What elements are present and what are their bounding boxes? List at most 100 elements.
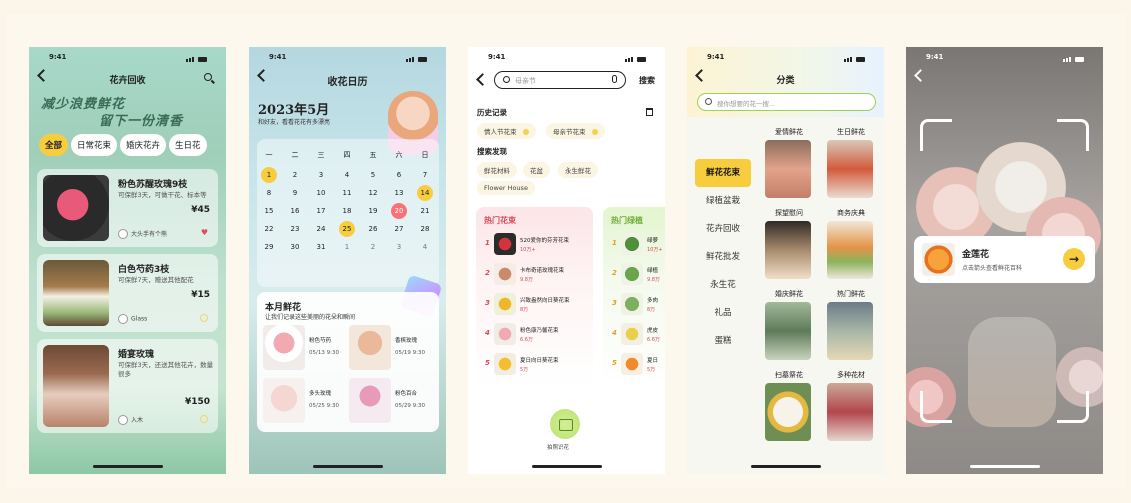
sidebar-item-gifts[interactable]: 礼品 — [687, 299, 759, 327]
calendar-day[interactable]: 15 — [261, 203, 277, 219]
calendar-day[interactable]: 27 — [391, 221, 407, 237]
scan-frame-corner — [920, 119, 952, 151]
calendar-day[interactable]: 25 — [339, 221, 355, 237]
sidebar-item-flower-recycle[interactable]: 花卉回收 — [687, 215, 759, 243]
recognition-result-card[interactable]: 金莲花 点击箭头查看鲜花百科 → — [914, 236, 1095, 283]
rank-item[interactable]: 1 520爱你的芬芳花束 10万+ — [476, 231, 593, 259]
weekday-label: 三 — [317, 151, 325, 159]
rank-heat: 5万 — [647, 367, 656, 373]
remove-icon[interactable] — [522, 129, 529, 135]
subcategory-item[interactable]: 探望慰问 — [763, 208, 815, 282]
calendar-day[interactable]: 30 — [287, 239, 303, 255]
back-icon[interactable] — [914, 69, 927, 82]
calendar-day[interactable]: 13 — [391, 185, 407, 201]
subcategory-item[interactable]: 婚庆鲜花 — [763, 289, 815, 363]
rank-item[interactable]: 2 卡布奇诺玫瑰花束 9.8万 — [476, 261, 593, 289]
rank-item[interactable]: 3 多肉 8万 — [603, 291, 665, 319]
calendar-day[interactable]: 21 — [417, 203, 433, 219]
sidebar-item-wholesale[interactable]: 鲜花批发 — [687, 243, 759, 271]
sidebar-item-potted-plants[interactable]: 绿植盆栽 — [687, 187, 759, 215]
calendar-day[interactable]: 12 — [365, 185, 381, 201]
subcategory-item[interactable]: 多种花材 — [825, 370, 877, 444]
calendar-day[interactable]: 8 — [261, 185, 277, 201]
calendar-day[interactable]: 24 — [313, 221, 329, 237]
discover-tag[interactable]: 永生鲜花 — [558, 162, 598, 178]
tab-wedding-flowers[interactable]: 婚庆花卉 — [120, 134, 167, 156]
rank-item[interactable]: 4 粉色康乃馨花束 6.6万 — [476, 321, 593, 349]
calendar-day[interactable]: 31 — [313, 239, 329, 255]
subcategory-item[interactable]: 热门鲜花 — [825, 289, 877, 363]
calendar-day[interactable]: 7 — [417, 167, 433, 183]
rank-item[interactable]: 3 兴致盎然向日葵花束 8万 — [476, 291, 593, 319]
calendar-day[interactable]: 1 — [339, 239, 355, 255]
calendar-day[interactable]: 20 — [391, 203, 407, 219]
sidebar-item-preserved-flowers[interactable]: 永生花 — [687, 271, 759, 299]
rank-item[interactable]: 5 夏日 5万 — [603, 351, 665, 379]
subcategory-item[interactable]: 生日鲜花 — [825, 127, 877, 201]
listing-card[interactable]: 婚宴玫瑰 可保鲜3天，还送其他花卉，数量很多 ¥150 入木 — [37, 339, 218, 433]
heart-icon[interactable]: ♥ — [201, 228, 208, 237]
search-input[interactable]: 母亲节 — [494, 71, 626, 89]
remove-icon[interactable] — [591, 129, 598, 135]
discover-tag[interactable]: Flower House — [477, 181, 535, 195]
history-tag[interactable]: 母亲节花束 — [546, 123, 605, 139]
flower-record[interactable]: 香槟玫瑰 05/19 9:30 — [349, 325, 433, 370]
subcategory-item[interactable]: 商务庆典 — [825, 208, 877, 282]
calendar-day[interactable]: 1 — [261, 167, 277, 183]
calendar-day[interactable]: 14 — [417, 185, 433, 201]
discover-tag[interactable]: 花盆 — [523, 162, 550, 178]
favorite-icon[interactable] — [200, 415, 208, 423]
calendar-day[interactable]: 5 — [365, 167, 381, 183]
calendar-day[interactable]: 4 — [339, 167, 355, 183]
favorite-icon[interactable] — [200, 314, 208, 322]
subcategory-item[interactable]: 爱情鲜花 — [763, 127, 815, 201]
result-thumbnail — [922, 243, 955, 276]
rank-item[interactable]: 2 绿植 9.8万 — [603, 261, 665, 289]
calendar-day[interactable]: 29 — [261, 239, 277, 255]
subcategory-item[interactable]: 扫墓祭花 — [763, 370, 815, 444]
search-icon[interactable] — [204, 73, 212, 81]
calendar-day[interactable]: 2 — [287, 167, 303, 183]
calendar-day[interactable]: 17 — [313, 203, 329, 219]
calendar-day[interactable]: 28 — [417, 221, 433, 237]
calendar-day[interactable]: 10 — [313, 185, 329, 201]
back-icon[interactable] — [476, 73, 489, 86]
listing-card[interactable]: 白色芍药3枝 可保鲜7天，赠送其他配花 ¥15 Glass — [37, 254, 218, 332]
flower-record[interactable]: 粉色百合 05/29 9:30 — [349, 378, 433, 423]
calendar-day[interactable]: 18 — [339, 203, 355, 219]
calendar-day[interactable]: 26 — [365, 221, 381, 237]
arrow-right-icon[interactable]: → — [1063, 248, 1085, 270]
search-input[interactable]: 搜你想要的花一搜... — [697, 93, 876, 111]
rank-item[interactable]: 1 绿萝 10万+ — [603, 231, 665, 259]
rank-image — [621, 293, 643, 315]
microphone-icon[interactable] — [612, 75, 617, 83]
sidebar-item-fresh-bouquet[interactable]: 鲜花花束 — [695, 159, 751, 187]
camera-recognize-button[interactable] — [550, 409, 580, 439]
discover-tag[interactable]: 鲜花材料 — [477, 162, 517, 178]
listing-card[interactable]: 粉色苏醒玫瑰9枝 可保鲜3天，可做干花、标本等 ¥45 大头手有个熊 ♥ — [37, 169, 218, 247]
history-tag[interactable]: 情人节花束 — [477, 123, 536, 139]
tab-all[interactable]: 全部 — [39, 134, 69, 156]
avatar — [118, 314, 128, 324]
flower-record[interactable]: 多头玫瑰 05/25 9:30 — [263, 378, 347, 423]
calendar-day[interactable]: 22 — [261, 221, 277, 237]
rank-item[interactable]: 5 夏日向日葵花束 5万 — [476, 351, 593, 379]
calendar-day[interactable]: 11 — [339, 185, 355, 201]
search-button[interactable]: 搜索 — [639, 75, 655, 86]
trash-icon[interactable] — [646, 108, 653, 116]
calendar-day[interactable]: 3 — [391, 239, 407, 255]
calendar-day[interactable]: 4 — [417, 239, 433, 255]
calendar-day[interactable]: 9 — [287, 185, 303, 201]
calendar-day[interactable]: 23 — [287, 221, 303, 237]
tab-birthday-flowers[interactable]: 生日花 — [169, 134, 207, 156]
calendar-day[interactable]: 2 — [365, 239, 381, 255]
slogan-line2: 留下一份清香 — [99, 114, 184, 129]
calendar-day[interactable]: 16 — [287, 203, 303, 219]
calendar-day[interactable]: 6 — [391, 167, 407, 183]
flower-record[interactable]: 粉色芍药 05/13 9:30 — [263, 325, 347, 370]
tab-daily-bouquet[interactable]: 日常花束 — [71, 134, 118, 156]
calendar-day[interactable]: 3 — [313, 167, 329, 183]
sidebar-item-cakes[interactable]: 蛋糕 — [687, 327, 759, 355]
calendar-day[interactable]: 19 — [365, 203, 381, 219]
rank-item[interactable]: 4 虎皮 6.6万 — [603, 321, 665, 349]
